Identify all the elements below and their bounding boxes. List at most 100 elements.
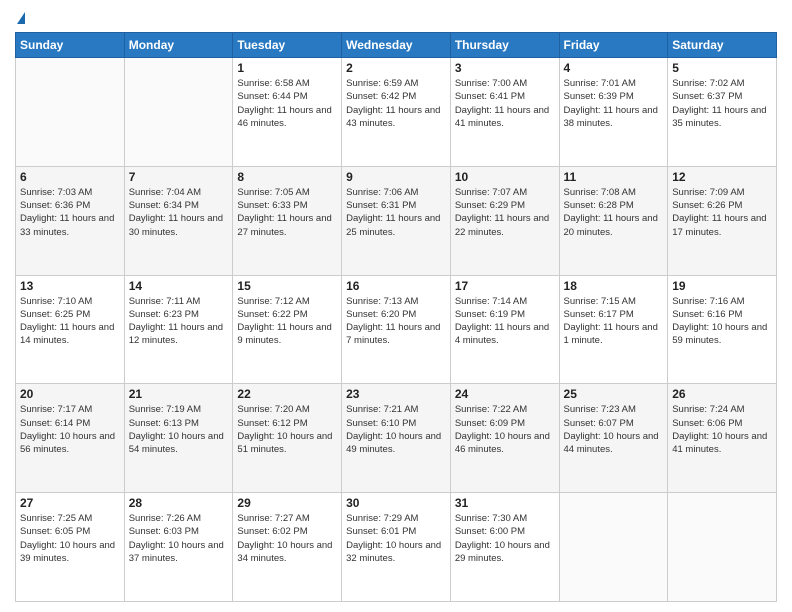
day-cell: 1Sunrise: 6:58 AM Sunset: 6:44 PM Daylig… [233,58,342,167]
week-row-1: 6 Sunrise: 7:03 AM Sunset: 6:36 PM Daylig… [16,166,777,275]
day-cell: 2 Sunrise: 6:59 AM Sunset: 6:42 PM Daylig… [342,58,451,167]
page: SundayMondayTuesdayWednesdayThursdayFrid… [0,0,792,612]
day-number: 13 [20,279,120,293]
day-number: 23 [346,387,446,401]
week-row-3: 20Sunrise: 7:17 AM Sunset: 6:14 PM Dayli… [16,384,777,493]
day-cell: 30Sunrise: 7:29 AM Sunset: 6:01 PM Dayli… [342,493,451,602]
day-cell: 27 Sunrise: 7:25 AM Sunset: 6:05 PM Dayli… [16,493,125,602]
day-cell: 25 Sunrise: 7:23 AM Sunset: 6:07 PM Dayli… [559,384,668,493]
header-cell-tuesday: Tuesday [233,33,342,58]
day-cell: 12 Sunrise: 7:09 AM Sunset: 6:26 PM Dayli… [668,166,777,275]
day-cell: 11 Sunrise: 7:08 AM Sunset: 6:28 PM Dayli… [559,166,668,275]
day-number: 9 [346,170,446,184]
day-info: Sunrise: 7:15 AM Sunset: 6:17 PM Dayligh… [564,295,664,348]
day-number: 18 [564,279,664,293]
day-cell: 29Sunrise: 7:27 AM Sunset: 6:02 PM Dayli… [233,493,342,602]
day-number: 28 [129,496,229,510]
header-cell-monday: Monday [124,33,233,58]
day-info: Sunrise: 7:23 AM Sunset: 6:07 PM Dayligh… [564,403,664,456]
day-info: Sunrise: 7:14 AM Sunset: 6:19 PM Dayligh… [455,295,555,348]
day-info: Sunrise: 7:10 AM Sunset: 6:25 PM Dayligh… [20,295,120,348]
day-number: 3 [455,61,555,75]
day-number: 29 [237,496,337,510]
day-number: 27 [20,496,120,510]
day-cell: 24Sunrise: 7:22 AM Sunset: 6:09 PM Dayli… [450,384,559,493]
day-cell: 9 Sunrise: 7:06 AM Sunset: 6:31 PM Daylig… [342,166,451,275]
logo-triangle-icon [17,12,25,24]
day-info: Sunrise: 7:06 AM Sunset: 6:31 PM Dayligh… [346,186,446,239]
day-cell: 28 Sunrise: 7:26 AM Sunset: 6:03 PM Dayli… [124,493,233,602]
day-cell: 7 Sunrise: 7:04 AM Sunset: 6:34 PM Daylig… [124,166,233,275]
day-number: 7 [129,170,229,184]
day-cell: 23 Sunrise: 7:21 AM Sunset: 6:10 PM Dayli… [342,384,451,493]
day-info: Sunrise: 7:25 AM Sunset: 6:05 PM Dayligh… [20,512,120,565]
day-info: Sunrise: 7:03 AM Sunset: 6:36 PM Dayligh… [20,186,120,239]
day-info: Sunrise: 7:08 AM Sunset: 6:28 PM Dayligh… [564,186,664,239]
day-number: 10 [455,170,555,184]
day-info: Sunrise: 7:29 AM Sunset: 6:01 PM Dayligh… [346,512,446,565]
logo [15,10,25,26]
day-number: 17 [455,279,555,293]
day-info: Sunrise: 7:19 AM Sunset: 6:13 PM Dayligh… [129,403,229,456]
day-info: Sunrise: 7:22 AM Sunset: 6:09 PM Dayligh… [455,403,555,456]
day-number: 19 [672,279,772,293]
day-info: Sunrise: 7:00 AM Sunset: 6:41 PM Dayligh… [455,77,555,130]
header-cell-saturday: Saturday [668,33,777,58]
day-number: 12 [672,170,772,184]
day-info: Sunrise: 7:21 AM Sunset: 6:10 PM Dayligh… [346,403,446,456]
day-cell: 6 Sunrise: 7:03 AM Sunset: 6:36 PM Daylig… [16,166,125,275]
day-cell: 18 Sunrise: 7:15 AM Sunset: 6:17 PM Dayli… [559,275,668,384]
day-cell: 26 Sunrise: 7:24 AM Sunset: 6:06 PM Dayli… [668,384,777,493]
day-info: Sunrise: 7:07 AM Sunset: 6:29 PM Dayligh… [455,186,555,239]
day-number: 11 [564,170,664,184]
day-info: Sunrise: 7:24 AM Sunset: 6:06 PM Dayligh… [672,403,772,456]
day-number: 20 [20,387,120,401]
day-number: 2 [346,61,446,75]
day-number: 8 [237,170,337,184]
day-info: Sunrise: 6:58 AM Sunset: 6:44 PM Dayligh… [237,77,337,130]
day-cell [124,58,233,167]
day-cell: 22 Sunrise: 7:20 AM Sunset: 6:12 PM Dayli… [233,384,342,493]
day-info: Sunrise: 7:04 AM Sunset: 6:34 PM Dayligh… [129,186,229,239]
day-info: Sunrise: 7:09 AM Sunset: 6:26 PM Dayligh… [672,186,772,239]
day-cell: 4Sunrise: 7:01 AM Sunset: 6:39 PM Daylig… [559,58,668,167]
day-cell: 14 Sunrise: 7:11 AM Sunset: 6:23 PM Dayli… [124,275,233,384]
day-info: Sunrise: 7:13 AM Sunset: 6:20 PM Dayligh… [346,295,446,348]
calendar: SundayMondayTuesdayWednesdayThursdayFrid… [15,32,777,602]
day-cell: 31Sunrise: 7:30 AM Sunset: 6:00 PM Dayli… [450,493,559,602]
day-number: 14 [129,279,229,293]
day-number: 15 [237,279,337,293]
header-cell-sunday: Sunday [16,33,125,58]
day-cell: 19 Sunrise: 7:16 AM Sunset: 6:16 PM Dayli… [668,275,777,384]
day-number: 26 [672,387,772,401]
day-cell: 5 Sunrise: 7:02 AM Sunset: 6:37 PM Daylig… [668,58,777,167]
header-cell-friday: Friday [559,33,668,58]
day-cell: 17 Sunrise: 7:14 AM Sunset: 6:19 PM Dayli… [450,275,559,384]
header-cell-thursday: Thursday [450,33,559,58]
day-cell: 16Sunrise: 7:13 AM Sunset: 6:20 PM Dayli… [342,275,451,384]
header [15,10,777,26]
day-info: Sunrise: 7:11 AM Sunset: 6:23 PM Dayligh… [129,295,229,348]
day-number: 21 [129,387,229,401]
day-number: 5 [672,61,772,75]
day-cell: 3 Sunrise: 7:00 AM Sunset: 6:41 PM Daylig… [450,58,559,167]
day-info: Sunrise: 7:16 AM Sunset: 6:16 PM Dayligh… [672,295,772,348]
header-row: SundayMondayTuesdayWednesdayThursdayFrid… [16,33,777,58]
day-cell: 8 Sunrise: 7:05 AM Sunset: 6:33 PM Daylig… [233,166,342,275]
day-number: 31 [455,496,555,510]
day-cell: 21 Sunrise: 7:19 AM Sunset: 6:13 PM Dayli… [124,384,233,493]
day-info: Sunrise: 7:02 AM Sunset: 6:37 PM Dayligh… [672,77,772,130]
day-info: Sunrise: 6:59 AM Sunset: 6:42 PM Dayligh… [346,77,446,130]
day-info: Sunrise: 7:05 AM Sunset: 6:33 PM Dayligh… [237,186,337,239]
day-info: Sunrise: 7:12 AM Sunset: 6:22 PM Dayligh… [237,295,337,348]
header-cell-wednesday: Wednesday [342,33,451,58]
day-cell [668,493,777,602]
day-info: Sunrise: 7:26 AM Sunset: 6:03 PM Dayligh… [129,512,229,565]
week-row-0: 1Sunrise: 6:58 AM Sunset: 6:44 PM Daylig… [16,58,777,167]
day-cell: 10 Sunrise: 7:07 AM Sunset: 6:29 PM Dayli… [450,166,559,275]
day-info: Sunrise: 7:20 AM Sunset: 6:12 PM Dayligh… [237,403,337,456]
week-row-4: 27 Sunrise: 7:25 AM Sunset: 6:05 PM Dayli… [16,493,777,602]
day-number: 22 [237,387,337,401]
day-number: 6 [20,170,120,184]
day-number: 25 [564,387,664,401]
